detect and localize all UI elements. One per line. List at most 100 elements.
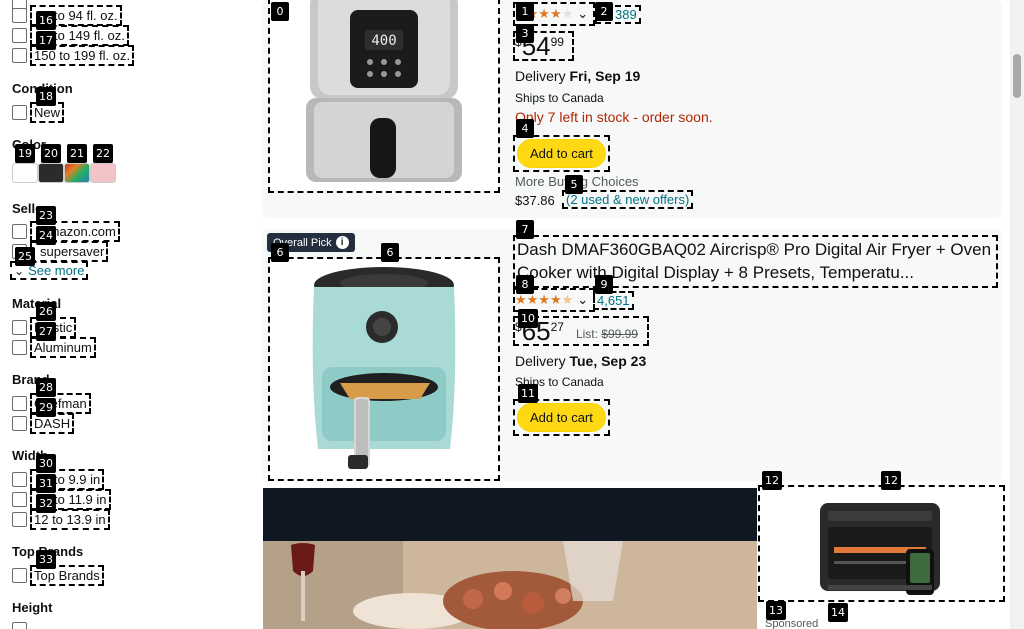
delivery-1: Delivery Fri, Sep 19 xyxy=(515,68,640,84)
color-swatch-pink[interactable] xyxy=(90,163,116,183)
product-image-1[interactable]: 400 xyxy=(268,0,500,193)
marker-16: 16 xyxy=(36,11,56,30)
height-heading: Height xyxy=(12,600,53,615)
add-to-cart-button-2[interactable]: Add to cart xyxy=(517,403,606,432)
condition-new-label[interactable]: New xyxy=(29,101,65,123)
checkbox[interactable] xyxy=(12,104,27,120)
delivery-date: Tue, Sep 23 xyxy=(569,353,647,369)
marker-14: 14 xyxy=(828,603,848,622)
delivery-label: Delivery xyxy=(515,68,570,84)
color-swatch-multi[interactable] xyxy=(64,163,90,183)
marker-2: 2 xyxy=(595,2,613,21)
marker-6b: 6 xyxy=(381,243,399,262)
product-title-link-2[interactable]: Dash DMAF360GBAQ02 Aircrisp® Pro Digital… xyxy=(513,235,998,288)
banner-photo xyxy=(263,541,757,629)
checkbox[interactable] xyxy=(12,415,27,431)
marker-29: 29 xyxy=(36,398,56,417)
scrollbar-thumb[interactable] xyxy=(1013,54,1021,98)
checkbox[interactable] xyxy=(12,471,27,487)
delivery-date: Fri, Sep 19 xyxy=(569,68,641,84)
top-brands-filter[interactable]: Top Brands xyxy=(12,564,104,586)
marker-23: 23 xyxy=(36,206,56,225)
marker-12b: 12 xyxy=(881,471,901,490)
alt-price-1: $37.86 xyxy=(515,193,555,208)
marker-13: 13 xyxy=(766,601,786,620)
marker-1: 1 xyxy=(516,2,534,21)
product-image-2[interactable] xyxy=(268,257,500,481)
brand-label[interactable]: DASH xyxy=(29,412,75,434)
checkbox[interactable] xyxy=(12,511,27,527)
checkbox[interactable] xyxy=(12,621,27,629)
marker-10: 10 xyxy=(518,309,538,328)
list-label: List: xyxy=(575,327,602,341)
half-star-icon: ★ xyxy=(561,292,574,307)
size-filter-option-3[interactable]: 150 to 199 fl. oz. xyxy=(12,44,135,66)
width-label[interactable]: 12 to 13.9 in xyxy=(30,508,110,530)
marker-8: 8 xyxy=(516,275,534,294)
air-fryer-steel-image: 400 xyxy=(306,0,462,182)
material-label[interactable]: Aluminum xyxy=(30,336,96,358)
info-icon[interactable]: i xyxy=(335,236,349,249)
add-to-cart-button-1[interactable]: Add to cart xyxy=(517,139,606,168)
star-icon: ★ xyxy=(561,6,574,21)
page-scrollbar[interactable] xyxy=(1010,0,1024,629)
marker-12a: 12 xyxy=(762,471,782,490)
width-filter-1[interactable]: to 9.9 in xyxy=(12,468,105,490)
list-price-value: $99.99 xyxy=(601,327,639,341)
seller-label[interactable]: supersaver xyxy=(29,240,109,262)
size-filter-option-1[interactable]: to 94 fl. oz. xyxy=(12,4,122,26)
checkbox[interactable] xyxy=(12,7,27,23)
checkbox[interactable] xyxy=(12,47,27,63)
delivery-label: Delivery xyxy=(515,353,570,369)
width-filter-3[interactable]: 12 to 13.9 in xyxy=(12,508,110,530)
width-filter-2[interactable]: to 11.9 in xyxy=(12,488,111,510)
toaster-oven-image xyxy=(820,503,940,595)
marker-19: 19 xyxy=(15,144,35,163)
checkbox[interactable] xyxy=(12,339,27,355)
marker-28: 28 xyxy=(36,378,56,397)
marker-9: 9 xyxy=(595,275,613,294)
marker-11: 11 xyxy=(518,384,538,403)
marker-26: 26 xyxy=(36,302,56,321)
marker-5: 5 xyxy=(565,175,583,194)
marker-4: 4 xyxy=(516,119,534,138)
marker-18: 18 xyxy=(36,87,56,106)
marker-25: 25 xyxy=(15,247,35,266)
marker-31: 31 xyxy=(36,474,56,493)
marker-21: 21 xyxy=(67,144,87,163)
svg-text:400: 400 xyxy=(371,33,396,49)
dinner-table-image xyxy=(263,541,757,629)
marker-22: 22 xyxy=(93,144,113,163)
sponsored-video-banner[interactable] xyxy=(263,488,757,629)
color-swatch-black[interactable] xyxy=(38,163,64,183)
marker-0: 0 xyxy=(271,2,289,21)
marker-20: 20 xyxy=(41,144,61,163)
checkbox[interactable] xyxy=(12,491,27,507)
delivery-2: Delivery Tue, Sep 23 xyxy=(515,353,646,369)
ships-to-1: Ships to Canada xyxy=(515,91,604,105)
marker-32: 32 xyxy=(36,494,56,513)
price-fraction: 99 xyxy=(550,35,564,49)
size-filter-option-2[interactable]: to 149 fl. oz. xyxy=(12,24,129,46)
used-new-offers-link[interactable]: (2 used & new offers) xyxy=(561,190,694,209)
add-to-cart-wrapper-1: Add to cart xyxy=(513,135,610,172)
checkbox[interactable] xyxy=(12,223,27,239)
chevron-down-icon: ⌄ xyxy=(577,6,589,21)
seller-filter-amazon[interactable]: Amazon.com xyxy=(12,220,120,242)
price-fraction: 27 xyxy=(550,320,564,334)
checkbox[interactable] xyxy=(12,319,27,335)
checkbox[interactable] xyxy=(12,567,27,583)
list-price: List: $99.99 xyxy=(576,327,638,341)
checkbox[interactable] xyxy=(12,27,27,43)
marker-33: 33 xyxy=(36,550,56,569)
color-swatch-white[interactable] xyxy=(12,163,38,183)
rating-count-link-2[interactable]: 4,651 xyxy=(593,290,634,310)
checkbox[interactable] xyxy=(12,395,27,411)
top-brands-label[interactable]: Top Brands xyxy=(30,564,104,586)
sponsored-product-image[interactable] xyxy=(758,485,1005,602)
add-to-cart-wrapper-2: Add to cart xyxy=(513,399,610,436)
see-more-label: See more xyxy=(28,263,85,278)
marker-3: 3 xyxy=(516,24,534,43)
marker-7: 7 xyxy=(516,220,534,239)
height-filter-1[interactable] xyxy=(12,620,32,629)
